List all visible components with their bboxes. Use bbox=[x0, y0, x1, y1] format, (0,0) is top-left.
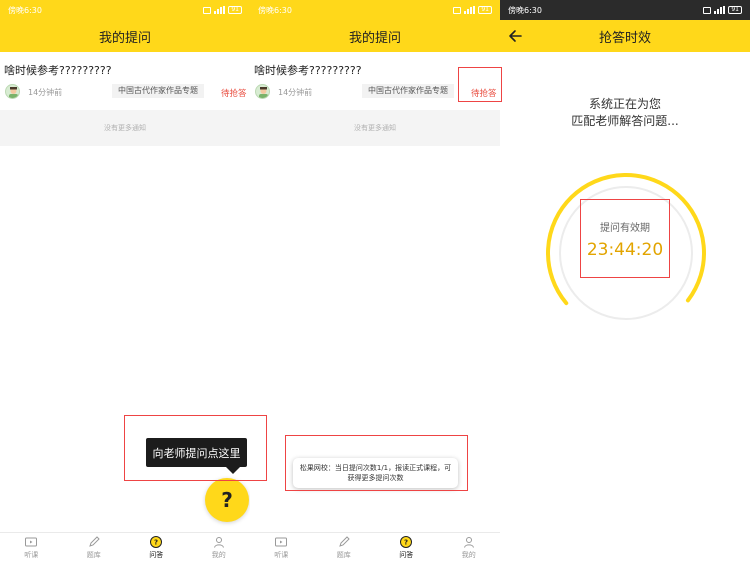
tab-qa[interactable]: ? 问答 bbox=[375, 533, 438, 562]
no-more-notice: 没有更多通知 bbox=[250, 110, 500, 146]
pencil-icon bbox=[338, 536, 350, 547]
tab-me[interactable]: 我的 bbox=[188, 533, 251, 562]
tab-qa[interactable]: ? 问答 bbox=[125, 533, 188, 562]
signal-icon bbox=[214, 6, 226, 14]
tab-question-bank[interactable]: 题库 bbox=[63, 533, 126, 562]
notification-icon bbox=[203, 6, 212, 14]
validity-label: 提问有效期 bbox=[600, 223, 650, 234]
status-time: 傍晚6:30 bbox=[258, 5, 292, 15]
avatar bbox=[255, 84, 270, 99]
user-icon bbox=[463, 537, 474, 548]
question-status-badge: 待抢答 bbox=[471, 89, 497, 99]
user-icon bbox=[213, 537, 224, 548]
status-time: 傍晚6:30 bbox=[508, 5, 542, 15]
screen-my-questions: 傍晚6:30 91 我的提问 啥时候参考????????? 14分钟前 中国古代… bbox=[0, 0, 250, 562]
battery-icon: 91 bbox=[728, 6, 742, 14]
bottom-tab-bar: 听课 题库 ? 问答 我的 bbox=[0, 532, 250, 562]
page-title: 我的提问 bbox=[0, 20, 250, 52]
status-time: 傍晚6:30 bbox=[8, 5, 42, 15]
pencil-icon bbox=[88, 536, 100, 547]
svg-text:?: ? bbox=[154, 539, 158, 547]
question-title: 啥时候参考????????? bbox=[254, 64, 362, 77]
tab-me[interactable]: 我的 bbox=[438, 533, 501, 562]
status-bar: 傍晚6:30 91 bbox=[500, 0, 750, 20]
ask-question-button[interactable]: ? bbox=[205, 478, 249, 522]
tv-icon bbox=[275, 537, 288, 547]
question-topic-tag: 中国古代作家作品专题 bbox=[362, 84, 454, 98]
question-icon: ? bbox=[150, 536, 163, 548]
matching-message: 系统正在为您 匹配老师解答问题... bbox=[571, 97, 679, 128]
question-topic-tag: 中国古代作家作品专题 bbox=[112, 84, 204, 98]
battery-icon: 91 bbox=[478, 6, 492, 14]
ask-teacher-tooltip: 向老师提问点这里 bbox=[146, 438, 247, 467]
tooltip-arrow bbox=[226, 467, 240, 474]
page-title: 我的提问 bbox=[250, 20, 500, 52]
notification-icon bbox=[703, 6, 712, 14]
notification-icon bbox=[453, 6, 462, 14]
countdown-timer: 23:44:20 bbox=[586, 240, 664, 260]
tv-icon bbox=[25, 537, 38, 547]
tab-listen[interactable]: 听课 bbox=[250, 533, 313, 562]
signal-icon bbox=[464, 6, 476, 14]
quota-toast: 松果网校：当日提问次数1/1，报读正式课程，可获得更多提问次数 bbox=[293, 458, 458, 488]
question-icon: ? bbox=[400, 536, 413, 548]
avatar bbox=[5, 84, 20, 99]
svg-text:?: ? bbox=[404, 539, 408, 547]
status-bar: 傍晚6:30 91 bbox=[0, 0, 250, 20]
question-status-badge: 待抢答 bbox=[221, 89, 247, 99]
question-time: 14分钟前 bbox=[28, 88, 63, 97]
question-time: 14分钟前 bbox=[278, 88, 313, 97]
bottom-tab-bar: 听课 题库 ? 问答 我的 bbox=[250, 532, 500, 562]
tab-listen[interactable]: 听课 bbox=[0, 533, 63, 562]
status-bar: 傍晚6:30 91 bbox=[250, 0, 500, 20]
page-title: 抢答时效 bbox=[500, 20, 750, 52]
back-arrow-icon[interactable] bbox=[506, 27, 524, 45]
no-more-notice: 没有更多通知 bbox=[0, 110, 250, 146]
question-title: 啥时候参考????????? bbox=[4, 64, 112, 77]
screen-answer-timer: 傍晚6:30 91 抢答时效 系统正在为您 匹配老师解答问题... 提问有效期 … bbox=[500, 0, 750, 562]
tab-question-bank[interactable]: 题库 bbox=[313, 533, 376, 562]
battery-icon: 91 bbox=[228, 6, 242, 14]
signal-icon bbox=[714, 6, 726, 14]
